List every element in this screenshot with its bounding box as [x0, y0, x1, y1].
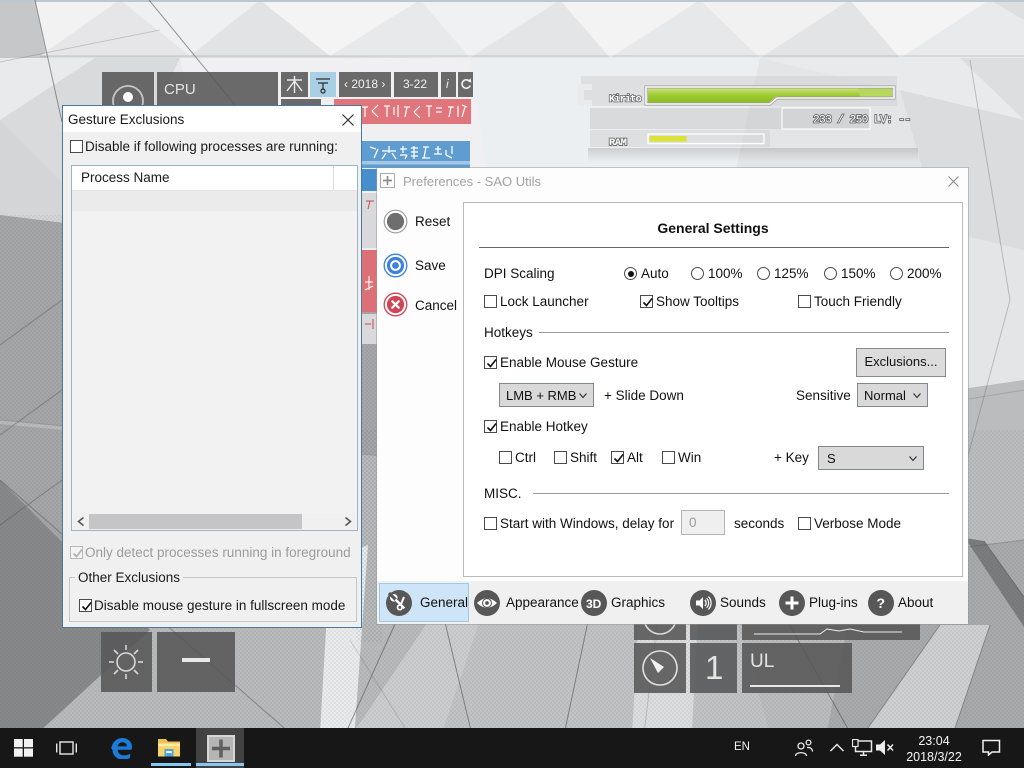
svg-text:?: ?: [877, 595, 886, 611]
svg-text:233 / 250: 233 / 250: [813, 115, 868, 127]
svg-text:Kirito: Kirito: [609, 94, 642, 106]
svg-text:LV: --: LV: --: [874, 115, 911, 127]
svg-text:3D: 3D: [586, 597, 602, 611]
